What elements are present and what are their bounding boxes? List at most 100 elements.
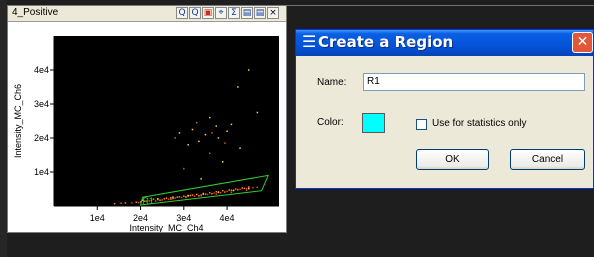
data-point: [170, 197, 172, 199]
data-point: [161, 199, 163, 201]
data-point: [185, 196, 187, 199]
color-label: Color:: [317, 117, 344, 128]
data-point: [187, 144, 189, 146]
data-point: [183, 195, 185, 197]
data-point: [211, 132, 213, 134]
data-point: [131, 202, 133, 204]
data-point: [247, 69, 250, 71]
data-point: [219, 191, 222, 194]
data-point: [217, 191, 220, 193]
ok-button[interactable]: OK: [416, 149, 489, 170]
statistics-only-label[interactable]: Use for statistics only: [432, 118, 526, 129]
create-region-dialog[interactable]: ☰ Create a Region ✕ Name: R1 Color: Use …: [295, 29, 594, 189]
data-point: [209, 152, 211, 155]
plot-title: 4_Positive: [12, 7, 59, 18]
plot-area: [54, 36, 279, 206]
data-point: [135, 201, 137, 204]
data-point: [113, 202, 116, 205]
data-point: [157, 198, 159, 200]
data-point: [252, 186, 254, 189]
workspace-background: [287, 189, 594, 233]
status-strip: [7, 233, 594, 257]
data-point: [222, 189, 224, 192]
data-point: [245, 189, 248, 192]
left-panel-edge: [0, 0, 7, 257]
data-point: [224, 191, 226, 193]
x-tick-label: 3e4: [176, 213, 191, 223]
crosshair-icon[interactable]: ⌖: [215, 7, 227, 19]
x-tick-label: 1e4: [90, 213, 105, 223]
scatter-chart[interactable]: 1e4 2e4 3e4 4e4 1e4 2e4 3e4 4e4 Intensity_MC_Ch4…: [8, 22, 286, 232]
data-point: [222, 161, 224, 163]
data-point: [247, 187, 250, 190]
data-point: [241, 187, 243, 189]
data-point: [226, 130, 228, 132]
data-point: [124, 202, 127, 204]
y-tick-label: 3e4: [34, 99, 49, 109]
x-tick-label: 2e4: [133, 213, 148, 223]
data-point: [178, 196, 181, 198]
close-icon: ✕: [576, 34, 589, 50]
data-point: [234, 188, 237, 190]
data-point: [239, 147, 241, 149]
y-tick-label: 2e4: [34, 133, 49, 143]
data-point: [178, 132, 181, 134]
data-point: [213, 192, 215, 194]
data-point: [198, 140, 200, 143]
data-point: [200, 195, 202, 197]
plot-window[interactable]: 4_Positive Q Q ▣ ⌖ Σ ▤ ▤ × 1e4 2e4 3e4 4e4 1…: [7, 5, 287, 233]
zoom-in-icon[interactable]: Q: [176, 7, 188, 19]
data-point: [202, 193, 205, 195]
data-point: [243, 187, 246, 190]
y-tick-label: 4e4: [34, 65, 49, 75]
data-point: [163, 198, 166, 200]
dialog-title: Create a Region: [318, 33, 454, 51]
data-point: [215, 193, 218, 195]
zoom-out-icon[interactable]: Q: [189, 7, 201, 19]
data-point: [189, 194, 192, 197]
restore-icon[interactable]: ▤: [241, 7, 253, 19]
statistics-only-checkbox[interactable]: [416, 119, 427, 130]
data-point: [198, 195, 200, 197]
data-point: [165, 197, 168, 199]
data-point: [170, 198, 172, 200]
data-point: [230, 189, 233, 192]
close-icon[interactable]: ×: [267, 7, 279, 19]
data-point: [174, 197, 176, 199]
dialog-titlebar[interactable]: ☰ Create a Region ✕: [296, 30, 593, 56]
data-point: [180, 196, 183, 199]
data-point: [237, 86, 239, 88]
region-icon[interactable]: ▣: [202, 7, 214, 19]
data-point: [209, 191, 211, 194]
region-label: R1: [143, 196, 155, 206]
name-input[interactable]: R1: [363, 73, 585, 91]
close-button[interactable]: ✕: [572, 32, 593, 53]
data-point: [196, 121, 198, 124]
data-point: [230, 191, 233, 194]
color-swatch[interactable]: [362, 113, 385, 133]
cancel-button[interactable]: Cancel: [510, 149, 585, 170]
data-point: [159, 199, 161, 201]
data-point: [209, 116, 211, 119]
data-point: [193, 195, 196, 197]
data-point: [204, 133, 207, 136]
maximize-icon[interactable]: ▤: [254, 7, 266, 19]
data-point: [200, 178, 202, 180]
data-point: [245, 187, 248, 190]
x-axis-label: Intensity_MC_Ch4: [129, 223, 203, 232]
x-tick-label: 4e4: [220, 213, 235, 223]
data-point: [154, 200, 157, 202]
data-point: [237, 188, 239, 191]
plot-titlebar[interactable]: 4_Positive Q Q ▣ ⌖ Σ ▤ ▤ ×: [8, 6, 286, 22]
data-point: [247, 186, 250, 188]
data-point: [196, 193, 198, 196]
data-point: [206, 193, 209, 196]
data-point: [215, 190, 218, 193]
data-point: [176, 196, 179, 198]
data-point: [183, 167, 185, 170]
data-point: [204, 193, 207, 195]
name-label: Name:: [317, 77, 347, 88]
data-point: [191, 128, 194, 131]
data-point: [256, 186, 259, 189]
sigma-icon[interactable]: Σ: [228, 7, 240, 19]
